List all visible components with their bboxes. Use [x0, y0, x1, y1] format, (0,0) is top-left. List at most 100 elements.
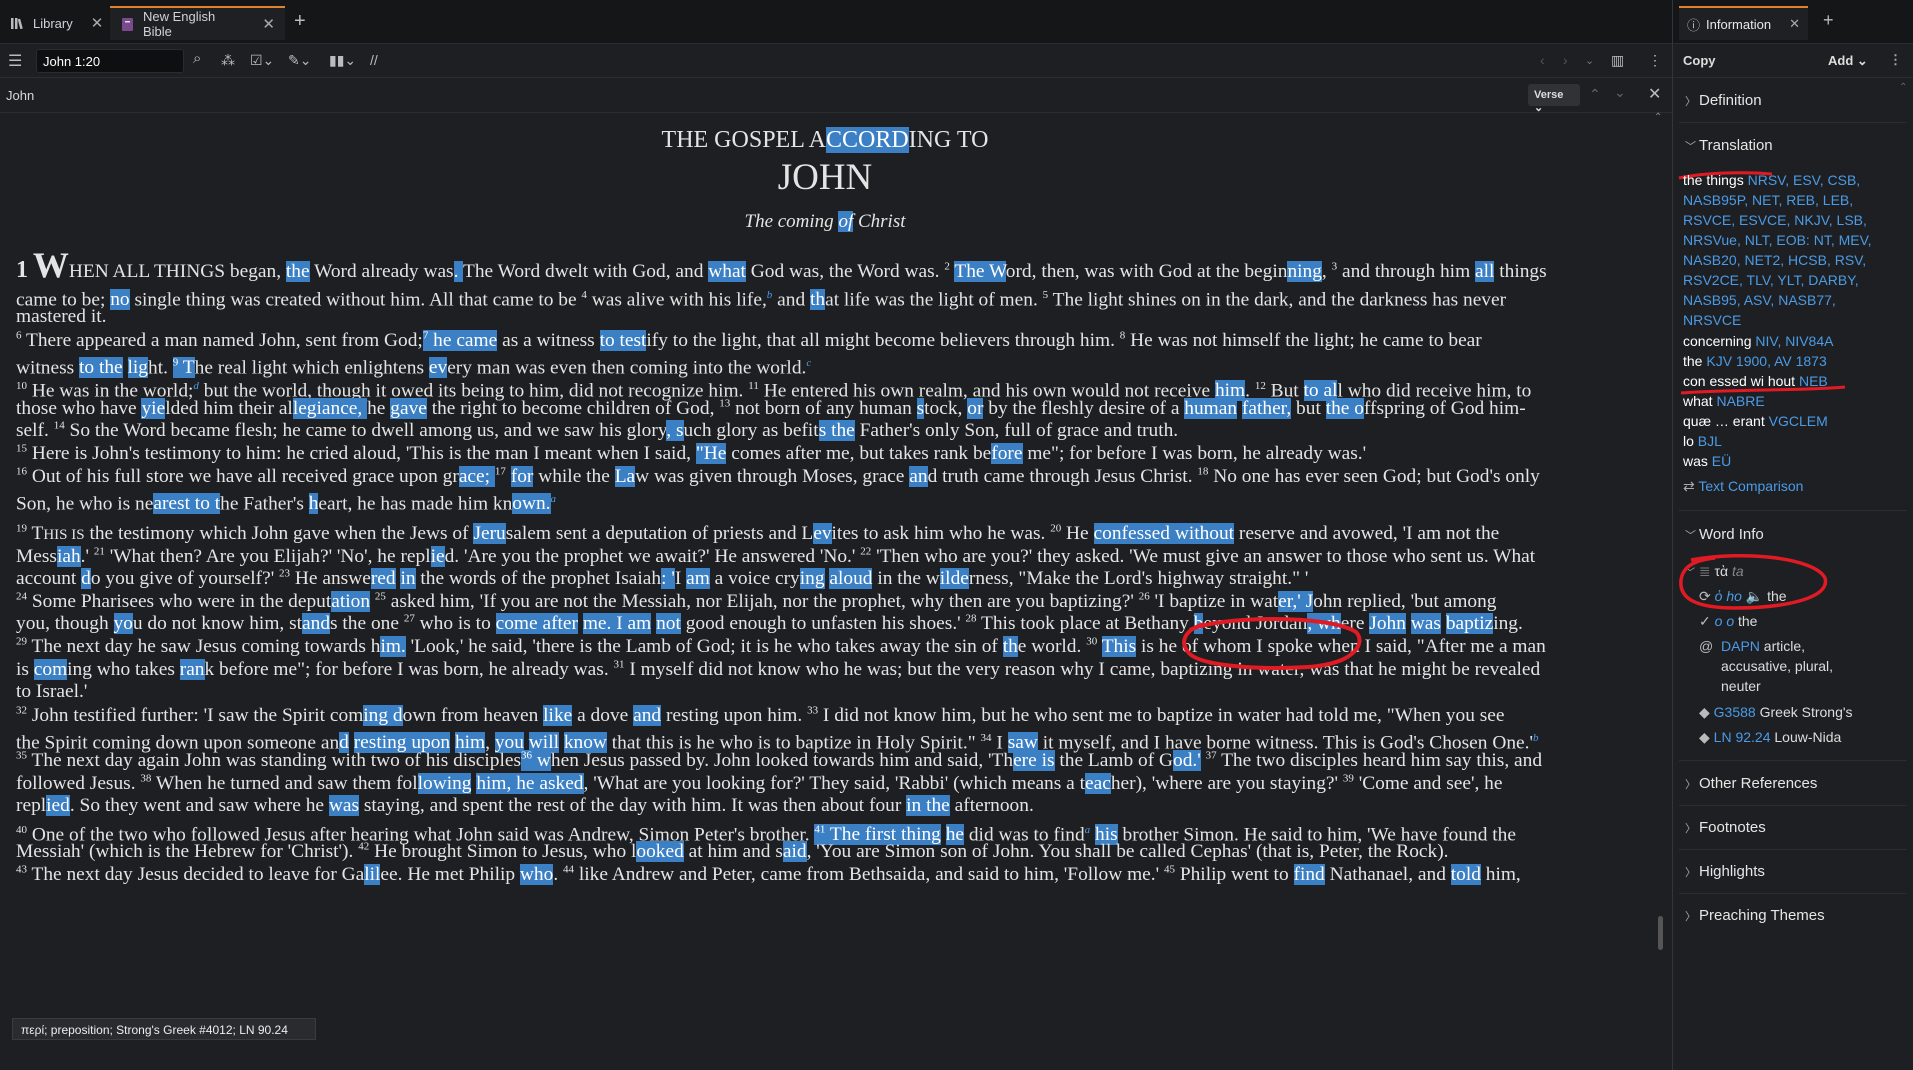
lemma-row[interactable]: ﹀ ≣ τὰ ta — [1685, 563, 1744, 580]
translation-rendering[interactable]: was EÜ — [1683, 453, 1731, 469]
scroll-up-icon[interactable]: ⌃ — [1899, 82, 1907, 93]
add-label: Add — [1828, 53, 1854, 68]
translation-rendering[interactable]: NASB20, NET2, HCSB, RSV, — [1683, 252, 1866, 268]
rendering-versions[interactable]: KJV 1900, AV 1873 — [1706, 353, 1826, 369]
checklist-icon[interactable]: ☑⌄ — [250, 52, 274, 69]
verse-line: account do you give of yourself?' 23 He … — [16, 567, 1309, 589]
diamond-icon: ◆ — [1699, 704, 1710, 720]
close-icon[interactable]: ✕ — [91, 14, 104, 32]
definition-label: Definition — [1699, 92, 1762, 109]
chevron-right-icon: 〉 — [1685, 823, 1696, 835]
chevron-right-icon: 〉 — [1685, 867, 1696, 879]
layout-icon[interactable]: ▥ — [1611, 52, 1624, 69]
rendering-versions[interactable]: RSVCE, ESVCE, NKJV, LSB, — [1683, 212, 1867, 228]
morph-row[interactable]: DAPN article, — [1721, 638, 1805, 654]
rendering-versions[interactable]: NRSVCE — [1683, 312, 1741, 328]
chevron-right-icon: 〉 — [1685, 779, 1696, 791]
rendering-versions[interactable]: VGCLEM — [1769, 413, 1828, 429]
text-comparison-label: Text Comparison — [1698, 478, 1804, 494]
root-row[interactable]: ⟳ ὁ ho 🔈 the — [1699, 588, 1787, 605]
section-translation[interactable]: ﹀ Translation — [1685, 137, 1773, 154]
reference-input[interactable]: John 1:20 — [36, 49, 184, 73]
section-preaching-themes[interactable]: 〉 Preaching Themes — [1685, 907, 1825, 924]
chevron-right-icon: 〉 — [1685, 96, 1696, 108]
translation-rendering[interactable]: NASB95P, NET, REB, LEB, — [1683, 192, 1853, 208]
forward-icon[interactable]: › — [1563, 52, 1568, 68]
scripture-scrollbar[interactable]: ⌃ — [1654, 112, 1664, 1066]
more-icon[interactable]: ⋮ — [1889, 52, 1902, 68]
morph-desc: accusative, plural, — [1721, 658, 1834, 674]
translation-rendering[interactable]: quæ … erant VGCLEM — [1683, 413, 1828, 429]
rendering-versions[interactable]: NASB95, ASV, NASB77, — [1683, 292, 1836, 308]
new-panel-tab-icon[interactable]: + — [1823, 10, 1834, 31]
word-info-label: Word Info — [1699, 526, 1764, 543]
translation-rendering[interactable]: concerning NIV, NIV84A — [1683, 333, 1833, 349]
rendering-text: con essed wi hout — [1683, 373, 1796, 389]
rendering-versions[interactable]: EÜ — [1712, 453, 1731, 469]
next-arrow-icon[interactable]: ⌄ — [1614, 84, 1626, 101]
section-footnotes[interactable]: 〉 Footnotes — [1685, 819, 1766, 836]
refresh-icon: ⟳ — [1699, 588, 1711, 604]
rendering-versions[interactable]: BJL — [1698, 433, 1722, 449]
section-highlights[interactable]: 〉 Highlights — [1685, 863, 1765, 880]
close-icon[interactable]: ✕ — [1789, 16, 1800, 32]
rendering-versions[interactable]: NABRE — [1716, 393, 1764, 409]
add-button[interactable]: Add ⌄ — [1828, 53, 1868, 69]
strongs-label: Greek Strong's — [1759, 704, 1853, 720]
tab-library[interactable]: Library ✕ — [0, 6, 113, 40]
rendering-versions[interactable]: NASB95P, NET, REB, LEB, — [1683, 192, 1853, 208]
root-greek: ὁ — [1714, 588, 1723, 604]
translation-rendering[interactable]: con essed wi hout NEB — [1683, 373, 1828, 389]
louw-nida-row[interactable]: ◆ LN 92.24 Louw-Nida — [1699, 729, 1841, 746]
verse-line: 15 Here is John's testimony to him: he c… — [16, 442, 1367, 464]
rendering-text: lo — [1683, 433, 1694, 449]
section-definition[interactable]: 〉 Definition — [1685, 92, 1762, 109]
translation-rendering[interactable]: RSVCE, ESVCE, NKJV, LSB, — [1683, 212, 1867, 228]
chevron-right-icon: 〉 — [1685, 911, 1696, 923]
section-other-references[interactable]: 〉 Other References — [1685, 775, 1817, 792]
strongs-row[interactable]: ◆ G3588 Greek Strong's — [1699, 704, 1853, 721]
speaker-icon[interactable]: 🔈 — [1746, 588, 1763, 604]
more-icon[interactable]: ⋮ — [1648, 52, 1662, 69]
new-tab-plus-icon[interactable]: + — [294, 10, 306, 33]
rendering-versions[interactable]: RSV2CE, TLV, YLT, DARBY, — [1683, 272, 1859, 288]
rendering-versions[interactable]: NRSVue, NLT, EOB: NT, MEV, — [1683, 232, 1872, 248]
preaching-themes-label: Preaching Themes — [1699, 907, 1825, 924]
columns-icon[interactable]: ▮▮⌄ — [329, 52, 356, 69]
root-translit: ho — [1726, 588, 1742, 604]
translation-rendering[interactable]: NRSVue, NLT, EOB: NT, MEV, — [1683, 232, 1872, 248]
rendering-text: what — [1683, 393, 1713, 409]
parse-row[interactable]: ✓ ο o the — [1699, 613, 1757, 630]
morph-desc: article, — [1763, 638, 1806, 654]
panel-toolbar: Copy Add ⌄ ⋮ — [1673, 44, 1913, 78]
translation-rendering[interactable]: RSV2CE, TLV, YLT, DARBY, — [1683, 272, 1859, 288]
section-word-info[interactable]: ﹀ Word Info — [1685, 526, 1764, 543]
search-icon[interactable]: ⌕ — [193, 50, 201, 67]
translation-rendering[interactable]: NRSVCE — [1683, 312, 1741, 328]
translation-rendering[interactable]: what NABRE — [1683, 393, 1765, 409]
history-dropdown-icon[interactable]: ⌄ — [1585, 54, 1594, 67]
rendering-versions[interactable]: NRSV, ESV, CSB, — [1748, 172, 1861, 188]
translation-rendering[interactable]: lo BJL — [1683, 433, 1722, 449]
translation-rendering[interactable]: the KJV 1900, AV 1873 — [1683, 353, 1827, 369]
menu-icon[interactable]: ☰ — [8, 51, 22, 71]
rendering-versions[interactable]: NEB — [1799, 373, 1828, 389]
text-comparison-link[interactable]: ⇄ Text Comparison — [1683, 478, 1803, 495]
scroll-up-icon[interactable]: ⌃ — [1654, 112, 1662, 123]
tab-new-english-bible[interactable]: New English Bible ✕ — [110, 6, 285, 40]
close-icon[interactable]: ✕ — [1648, 84, 1661, 104]
prev-arrow-icon[interactable]: ⌃ — [1589, 86, 1601, 103]
scrollbar-thumb[interactable] — [1658, 916, 1663, 950]
translation-rendering[interactable]: the things NRSV, ESV, CSB, — [1683, 172, 1860, 188]
tab-information[interactable]: ⓘ Information ✕ — [1679, 6, 1808, 40]
copy-button[interactable]: Copy — [1683, 53, 1716, 68]
tools-icon[interactable]: ✎⌄ — [288, 52, 311, 69]
rendering-versions[interactable]: NIV, NIV84A — [1755, 333, 1833, 349]
rendering-versions[interactable]: NASB20, NET2, HCSB, RSV, — [1683, 252, 1866, 268]
people-icon[interactable]: ⁂ — [221, 52, 235, 69]
translation-rendering[interactable]: NASB95, ASV, NASB77, — [1683, 292, 1836, 308]
back-icon[interactable]: ‹ — [1540, 52, 1545, 68]
verse-mode-dropdown[interactable]: Verse ⌄ — [1528, 84, 1580, 114]
parallel-icon[interactable]: // — [370, 52, 378, 68]
close-icon[interactable]: ✕ — [262, 15, 275, 33]
